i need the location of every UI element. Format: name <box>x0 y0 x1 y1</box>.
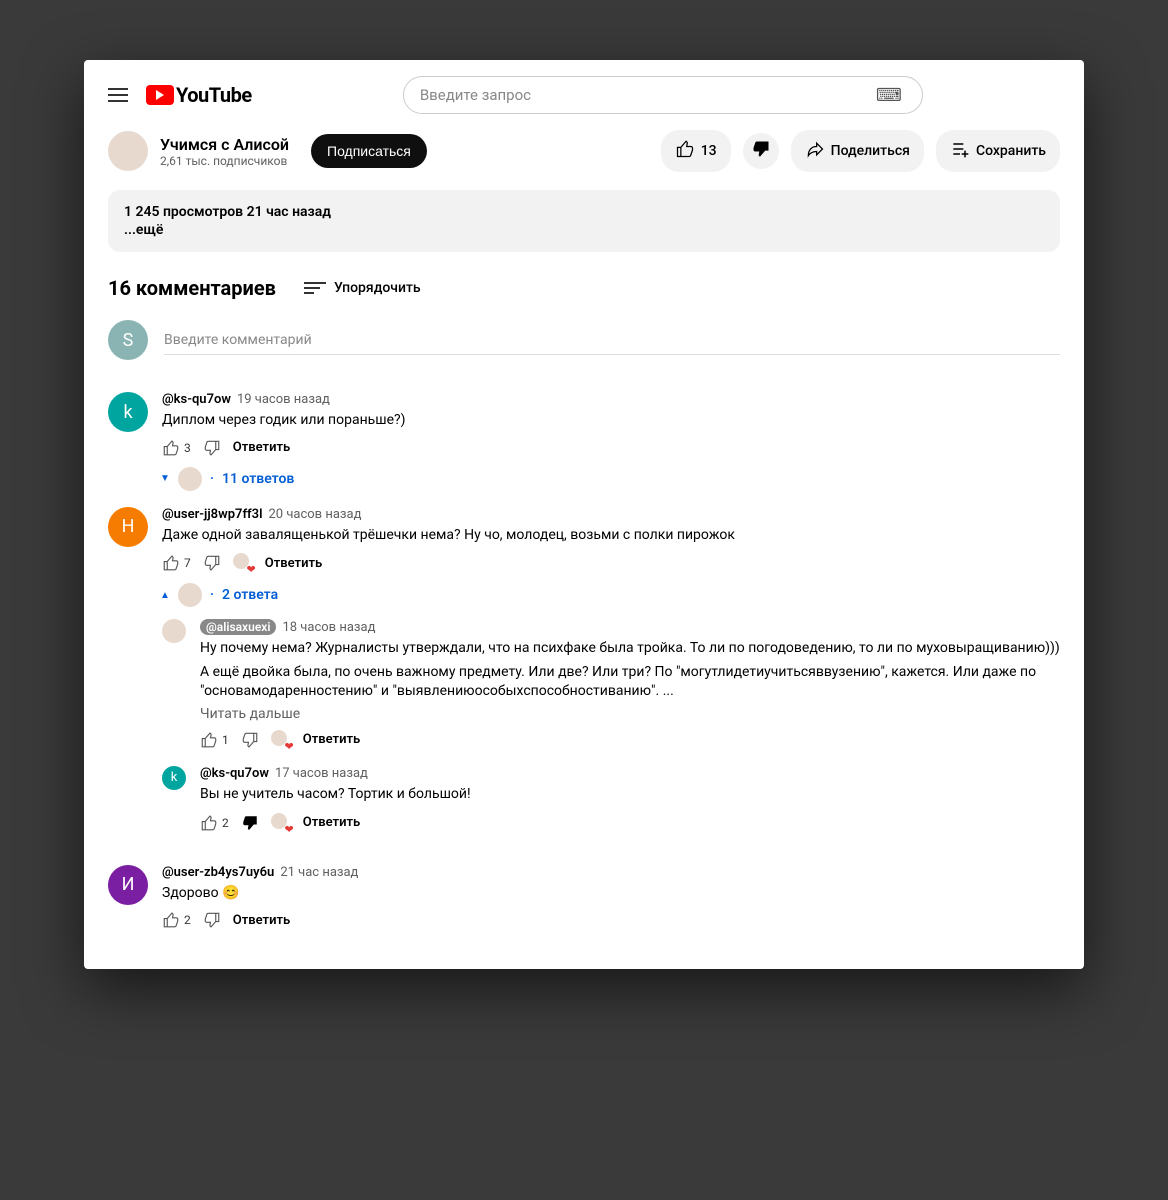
add-comment-input[interactable]: Введите комментарий <box>164 326 1060 355</box>
youtube-play-icon <box>146 85 174 105</box>
reply-author-chip[interactable]: @alisaxuexi <box>200 619 276 635</box>
comment-like-button[interactable]: 3 <box>162 439 191 457</box>
reply-text-2: А ещё двойка была, по очень важному пред… <box>200 663 1060 702</box>
creator-heart-icon: ❤ <box>271 730 291 750</box>
comment-like-count: 2 <box>184 913 191 927</box>
replies-count: 11 ответов <box>222 471 294 487</box>
reply-avatar[interactable] <box>162 619 186 643</box>
reply-avatar[interactable]: k <box>162 766 186 790</box>
comment-like-button[interactable]: 7 <box>162 554 191 572</box>
dislike-button[interactable] <box>743 133 779 169</box>
reply: k @ks-qu7ow 17 часов назад Вы не учитель… <box>162 766 1060 833</box>
commenter-avatar[interactable]: k <box>108 392 148 432</box>
youtube-logo[interactable]: YouTube <box>146 83 252 107</box>
creator-heart-icon: ❤ <box>233 553 253 573</box>
add-comment-row: S Введите комментарий <box>108 320 1060 360</box>
reply-button[interactable]: Ответить <box>233 440 291 455</box>
reply-text: Вы не учитель часом? Тортик и большой! <box>200 785 1060 805</box>
comment: k @ks-qu7ow 19 часов назад Диплом через … <box>108 392 1060 491</box>
search-placeholder: Введите запрос <box>420 86 531 104</box>
reply-time: 17 часов назад <box>275 766 368 781</box>
comment-like-button[interactable]: 2 <box>162 911 191 929</box>
current-user-avatar[interactable]: S <box>108 320 148 360</box>
reply-author[interactable]: @ks-qu7ow <box>200 766 269 781</box>
channel-name[interactable]: Учимся с Алисой <box>160 135 289 154</box>
search-input[interactable]: Введите запрос ⌨ <box>403 76 923 114</box>
replies-count: 2 ответа <box>222 587 278 603</box>
channel-subscribers: 2,61 тыс. подписчиков <box>160 154 289 168</box>
subscribe-button[interactable]: Подписаться <box>311 134 427 168</box>
replies-toggle[interactable]: ▲ · 2 ответа <box>160 583 1060 607</box>
like-count: 13 <box>701 143 717 159</box>
comment-dislike-button[interactable] <box>203 439 221 457</box>
reply-like-count: 2 <box>222 816 229 830</box>
comment-time: 20 часов назад <box>268 507 361 522</box>
caret-up-icon: ▲ <box>160 590 170 601</box>
search-wrap: Введите запрос ⌨ <box>266 76 1060 114</box>
channel-avatar[interactable] <box>108 131 148 171</box>
sort-button[interactable]: Упорядочить <box>304 280 421 296</box>
reply-like-button[interactable]: 1 <box>200 731 229 749</box>
channel-mini-avatar <box>178 583 202 607</box>
reply-button[interactable]: Ответить <box>265 556 323 571</box>
reply-like-button[interactable]: 2 <box>200 814 229 832</box>
reply-dislike-button[interactable] <box>241 731 259 749</box>
reply-button[interactable]: Ответить <box>303 732 361 747</box>
channel-mini-avatar <box>178 467 202 491</box>
video-meta-box[interactable]: 1 245 просмотров 21 час назад ...ещё <box>108 190 1060 252</box>
comment-text: Диплом через годик или пораньше?) <box>162 411 1060 431</box>
comment-author[interactable]: @ks-qu7ow <box>162 392 231 407</box>
reply: @alisaxuexi 18 часов назад Ну почему нем… <box>162 619 1060 750</box>
share-label: Поделиться <box>831 143 910 159</box>
save-button[interactable]: Сохранить <box>936 130 1060 172</box>
comment-like-count: 3 <box>184 441 191 455</box>
replies-toggle[interactable]: ▼ · 11 ответов <box>160 467 1060 491</box>
header: YouTube Введите запрос ⌨ <box>108 76 1060 114</box>
commenter-avatar[interactable]: Н <box>108 507 148 547</box>
comment: Н @user-jj8wp7ff3l 20 часов назад Даже о… <box>108 507 1060 849</box>
show-more[interactable]: ...ещё <box>124 222 1044 238</box>
like-button[interactable]: 13 <box>661 130 731 172</box>
sort-label: Упорядочить <box>334 280 421 296</box>
brand-text: YouTube <box>176 83 252 107</box>
commenter-avatar[interactable]: И <box>108 865 148 905</box>
comment-dislike-button[interactable] <box>203 911 221 929</box>
comments-header: 16 комментариев Упорядочить <box>108 276 1060 300</box>
save-label: Сохранить <box>976 143 1046 159</box>
views-time: 1 245 просмотров 21 час назад <box>124 204 1044 220</box>
comment-time: 21 час назад <box>280 865 358 880</box>
share-icon <box>805 139 825 163</box>
caret-down-icon: ▼ <box>160 473 170 484</box>
keyboard-icon[interactable]: ⌨ <box>876 85 906 106</box>
thumbs-down-icon <box>751 139 771 163</box>
comment-time: 19 часов назад <box>237 392 330 407</box>
youtube-window: YouTube Введите запрос ⌨ Учимся с Алисой… <box>84 60 1084 969</box>
comment-text: Даже одной завалященькой трёшечки нема? … <box>162 526 1060 546</box>
comments-count: 16 комментариев <box>108 276 276 300</box>
reply-button[interactable]: Ответить <box>233 913 291 928</box>
read-more-button[interactable]: Читать дальше <box>200 706 1060 722</box>
save-icon <box>950 139 970 163</box>
reply-text-1: Ну почему нема? Журналисты утверждали, ч… <box>200 639 1060 659</box>
channel-row: Учимся с Алисой 2,61 тыс. подписчиков По… <box>108 130 1060 172</box>
reply-dislike-button[interactable] <box>241 814 259 832</box>
reply-button[interactable]: Ответить <box>303 815 361 830</box>
comment-dislike-button[interactable] <box>203 554 221 572</box>
channel-info: Учимся с Алисой 2,61 тыс. подписчиков <box>160 135 289 168</box>
comment-author[interactable]: @user-jj8wp7ff3l <box>162 507 262 522</box>
comment: И @user-zb4ys7uy6u 21 час назад Здорово … <box>108 865 1060 930</box>
creator-heart-icon: ❤ <box>271 813 291 833</box>
share-button[interactable]: Поделиться <box>791 130 924 172</box>
hamburger-menu-icon[interactable] <box>108 83 132 107</box>
reply-like-count: 1 <box>222 733 229 747</box>
thumbs-up-icon <box>675 139 695 163</box>
reply-time: 18 часов назад <box>282 620 375 635</box>
comment-like-count: 7 <box>184 556 191 570</box>
comment-author[interactable]: @user-zb4ys7uy6u <box>162 865 274 880</box>
sort-icon <box>304 282 326 294</box>
comment-text: Здорово 😊 <box>162 884 1060 904</box>
